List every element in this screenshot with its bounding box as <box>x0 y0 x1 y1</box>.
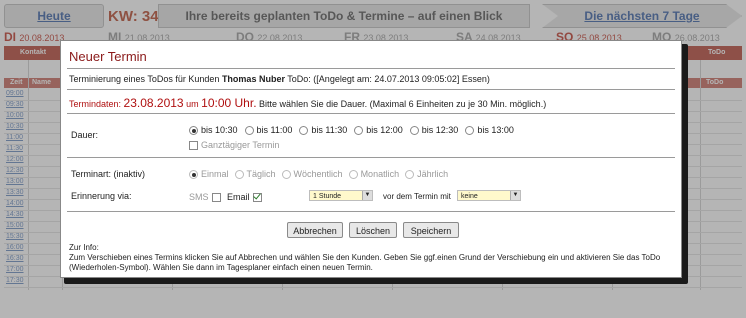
all-day-checkbox[interactable] <box>189 141 198 151</box>
terminart-option[interactable]: Jährlich <box>405 169 449 180</box>
duration-option[interactable]: bis 12:30 <box>409 125 459 136</box>
appointment-time: 10:00 Uhr. <box>201 96 257 110</box>
radio-button[interactable] <box>348 170 358 180</box>
duration-option[interactable]: bis 10:30 <box>189 125 238 136</box>
all-day-option[interactable]: Ganztägiger Termin <box>189 140 280 151</box>
erinnerung-label: Erinnerung via: <box>71 191 132 201</box>
chevron-down-icon: ▼ <box>510 191 520 200</box>
termindaten-label: Termindaten: <box>69 99 122 109</box>
terminart-options: Einmal Täglich Wöchentlich Monatlich Jährlic… <box>189 169 454 180</box>
duration-label: bis 13:00 <box>477 125 514 135</box>
terminart-option[interactable]: Wöchentlich <box>281 169 343 180</box>
info-note: Zur Info: Zum Verschieben eines Termins … <box>69 243 675 273</box>
new-appointment-dialog: Neuer Termin Terminierung eines ToDos fü… <box>60 40 682 278</box>
email-checkbox[interactable] <box>252 193 262 203</box>
divider <box>67 89 675 90</box>
reminder-with-select[interactable]: keine ▼ <box>457 190 521 201</box>
radio-button[interactable] <box>409 126 419 136</box>
chevron-down-icon: ▼ <box>362 191 372 200</box>
terminart-label: Monatlich <box>360 169 400 179</box>
email-label: Email <box>227 192 250 202</box>
duration-label: bis 11:00 <box>256 125 293 135</box>
terminart-label: Täglich <box>246 169 276 179</box>
terminart-option[interactable]: Täglich <box>234 169 276 180</box>
radio-button[interactable] <box>281 170 291 180</box>
um-text: um <box>186 99 199 109</box>
cancel-button[interactable]: Abbrechen <box>287 222 343 238</box>
radio-button[interactable] <box>299 126 309 136</box>
terminart-option[interactable]: Monatlich <box>348 169 400 180</box>
divider <box>67 157 675 158</box>
todo-info-prefix: Terminierung eines ToDos für Kunden <box>69 74 220 84</box>
todo-info-suffix: ToDo: ([Angelegt am: 24.07.2013 09:05:02… <box>287 74 490 84</box>
appointment-date: 23.08.2013 <box>123 96 184 110</box>
duration-label: bis 11:30 <box>311 125 348 135</box>
sms-label: SMS <box>189 192 209 202</box>
info-text: Zum Verschieben eines Termins klicken Si… <box>69 253 661 272</box>
terminart-label: Wöchentlich <box>293 169 343 179</box>
radio-button[interactable] <box>354 126 364 136</box>
customer-name: Thomas Nuber <box>221 74 285 84</box>
termindaten-line: Termindaten: 23.08.2013 um 10:00 Uhr. Bi… <box>69 96 546 110</box>
reminder-time-select[interactable]: 1 Stunde ▼ <box>309 190 373 201</box>
duration-options: bis 10:30 bis 11:00 bis 11:30 bis 12:00 bis … <box>189 125 521 136</box>
radio-button[interactable] <box>405 170 415 180</box>
terminart-label: Jährlich <box>417 169 449 179</box>
radio-button[interactable] <box>189 170 198 180</box>
duration-option[interactable]: bis 13:00 <box>465 125 514 136</box>
radio-button[interactable] <box>244 126 254 136</box>
radio-button[interactable] <box>465 126 475 136</box>
dialog-title: Neuer Termin <box>69 49 147 64</box>
terminart-option[interactable]: Einmal <box>189 169 229 180</box>
divider <box>67 211 675 212</box>
duration-option[interactable]: bis 11:30 <box>299 125 348 136</box>
info-heading: Zur Info: <box>69 243 99 252</box>
reminder-with-value: keine <box>461 193 478 200</box>
terminart-label: Terminart: (inaktiv) <box>71 169 146 179</box>
delete-button[interactable]: Löschen <box>349 222 397 238</box>
vor-text: vor dem Termin mit <box>383 192 451 201</box>
divider <box>67 113 675 114</box>
radio-button[interactable] <box>189 126 198 136</box>
reminder-channels: SMS Email <box>189 192 262 203</box>
duration-label: bis 12:00 <box>366 125 403 135</box>
duration-label: bis 10:30 <box>201 125 238 135</box>
terminart-label: Einmal <box>201 169 229 179</box>
all-day-label: Ganztägiger Termin <box>201 140 280 150</box>
radio-button[interactable] <box>234 170 244 180</box>
duration-label: bis 12:30 <box>421 125 459 135</box>
reminder-time-value: 1 Stunde <box>313 193 342 200</box>
duration-option[interactable]: bis 12:00 <box>354 125 403 136</box>
dauer-label: Dauer: <box>71 130 99 140</box>
save-button[interactable]: Speichern <box>403 222 459 238</box>
todo-info-line: Terminierung eines ToDos für Kunden Thom… <box>69 74 490 84</box>
divider <box>67 68 675 69</box>
duration-hint: Bitte wählen Sie die Dauer. (Maximal 6 E… <box>259 99 547 109</box>
duration-option[interactable]: bis 11:00 <box>244 125 293 136</box>
sms-checkbox[interactable] <box>211 193 221 203</box>
